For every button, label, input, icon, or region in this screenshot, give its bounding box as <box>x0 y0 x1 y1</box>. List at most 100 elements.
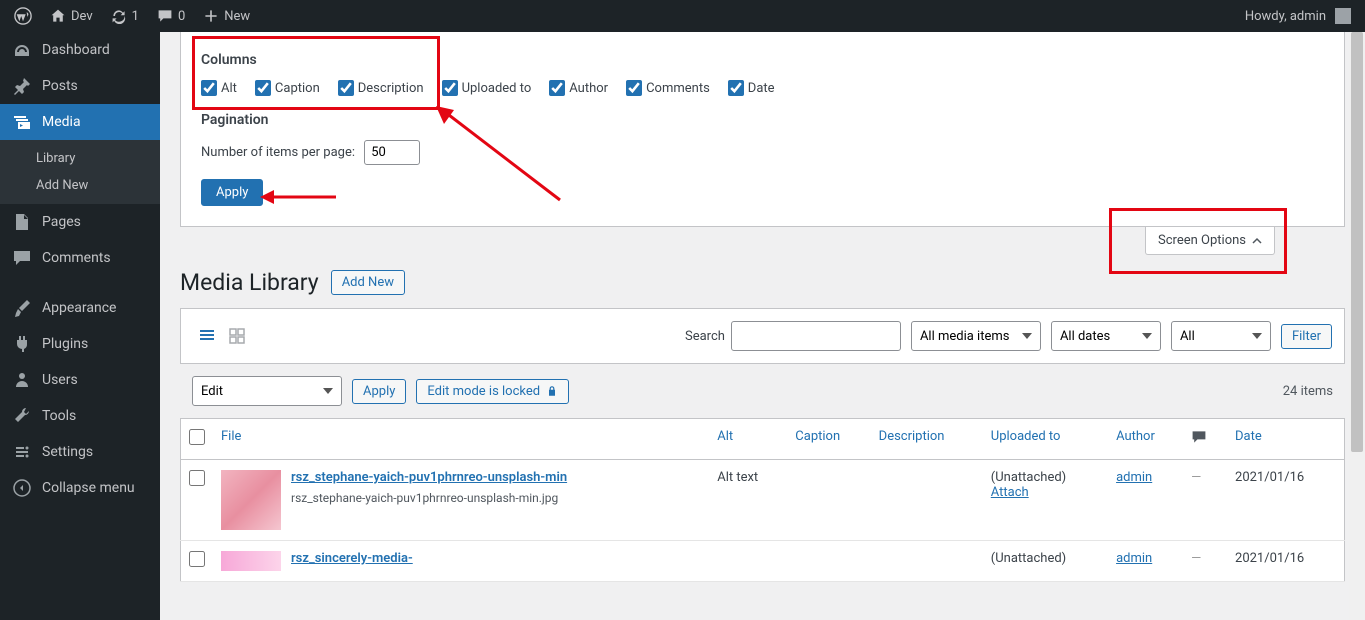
edit-mode-locked-button[interactable]: Edit mode is locked <box>416 379 569 404</box>
sidebar-item-label: Media <box>42 114 81 130</box>
bulk-action-select[interactable]: Edit <box>192 376 342 406</box>
sidebar-item-pages[interactable]: Pages <box>0 204 160 240</box>
checkbox[interactable] <box>549 80 565 96</box>
column-toggle-description[interactable]: Description <box>338 80 424 96</box>
column-toggle-uploadedto[interactable]: Uploaded to <box>442 80 532 96</box>
file-title-link[interactable]: rsz_sincerely-media- <box>291 551 413 566</box>
date-cell: 2021/01/16 <box>1227 541 1344 582</box>
dates-select[interactable]: All dates <box>1051 321 1161 351</box>
add-new-button[interactable]: Add New <box>331 270 405 295</box>
bulk-actions-row: Edit Apply Edit mode is locked 24 items <box>180 364 1345 418</box>
items-per-page-input[interactable] <box>364 140 420 165</box>
tags-select[interactable]: All <box>1171 321 1271 351</box>
sidebar-item-media[interactable]: Media <box>0 104 160 140</box>
wordpress-icon <box>14 7 32 25</box>
sidebar-item-dashboard[interactable]: Dashboard <box>0 32 160 68</box>
attach-link[interactable]: Attach <box>991 485 1029 500</box>
date-cell: 2021/01/16 <box>1227 460 1344 541</box>
checkbox[interactable] <box>201 80 217 96</box>
my-account[interactable]: Howdy, admin <box>1239 0 1357 32</box>
sidebar-item-label: Tools <box>42 408 76 424</box>
wp-logo[interactable] <box>8 0 38 32</box>
page-icon <box>12 212 32 232</box>
file-title-link[interactable]: rsz_stephane-yaich-puv1phrnreo-unsplash-… <box>291 470 567 485</box>
thumbnail[interactable] <box>221 551 281 571</box>
sidebar-item-label: Users <box>42 372 78 388</box>
sidebar-item-comments[interactable]: Comments <box>0 240 160 276</box>
checkbox[interactable] <box>255 80 271 96</box>
scrollbar-thumb[interactable] <box>1351 32 1363 452</box>
checkbox[interactable] <box>728 80 744 96</box>
search-input[interactable] <box>731 321 901 351</box>
description-cell <box>871 541 983 582</box>
filter-button[interactable]: Filter <box>1281 324 1332 349</box>
page-heading: Media Library Add New <box>160 255 1365 308</box>
updates[interactable]: 1 <box>105 0 145 32</box>
col-author[interactable]: Author <box>1108 419 1183 460</box>
column-toggle-author[interactable]: Author <box>549 80 608 96</box>
scrollbar[interactable] <box>1349 32 1365 620</box>
column-toggle-alt[interactable]: Alt <box>201 80 237 96</box>
sidebar-item-tools[interactable]: Tools <box>0 398 160 434</box>
columns-heading: Columns <box>201 52 1324 68</box>
sidebar-item-posts[interactable]: Posts <box>0 68 160 104</box>
filters-bar: Search All media items All dates All Fil… <box>180 308 1345 364</box>
view-grid-button[interactable] <box>223 322 251 350</box>
sidebar-item-plugins[interactable]: Plugins <box>0 326 160 362</box>
list-icon <box>197 326 217 346</box>
alt-cell <box>709 541 787 582</box>
author-link[interactable]: admin <box>1116 551 1152 566</box>
col-date[interactable]: Date <box>1227 419 1344 460</box>
submenu-add-new[interactable]: Add New <box>0 172 160 199</box>
column-toggle-date[interactable]: Date <box>728 80 775 96</box>
sidebar-item-appearance[interactable]: Appearance <box>0 290 160 326</box>
items-count: 24 items <box>1283 384 1333 399</box>
column-toggle-comments[interactable]: Comments <box>626 80 710 96</box>
pin-icon <box>12 76 32 96</box>
checkbox[interactable] <box>626 80 642 96</box>
page-title: Media Library <box>180 269 319 296</box>
sidebar-item-collapse[interactable]: Collapse menu <box>0 470 160 506</box>
chevron-up-icon <box>1252 236 1262 246</box>
main-content: Columns Alt Caption Description Uploaded… <box>160 32 1365 620</box>
sidebar-item-label: Collapse menu <box>42 480 135 496</box>
checkbox[interactable] <box>338 80 354 96</box>
col-alt[interactable]: Alt <box>709 419 787 460</box>
select-all-checkbox[interactable] <box>189 429 205 445</box>
alt-cell: Alt text <box>709 460 787 541</box>
col-caption[interactable]: Caption <box>787 419 870 460</box>
col-file[interactable]: File <box>213 419 709 460</box>
thumbnail[interactable] <box>221 470 281 530</box>
search-label: Search <box>685 329 725 344</box>
site-name[interactable]: Dev <box>44 0 99 32</box>
refresh-icon <box>111 8 127 24</box>
brush-icon <box>12 298 32 318</box>
new-content[interactable]: New <box>197 0 256 32</box>
screen-options-tab[interactable]: Screen Options <box>1145 227 1275 255</box>
author-link[interactable]: admin <box>1116 470 1152 485</box>
row-checkbox[interactable] <box>189 470 205 486</box>
new-label: New <box>224 9 250 24</box>
screen-options-panel: Columns Alt Caption Description Uploaded… <box>180 32 1345 227</box>
comment-icon <box>1191 429 1207 445</box>
description-cell <box>871 460 983 541</box>
media-icon <box>12 112 32 132</box>
col-uploadedto[interactable]: Uploaded to <box>983 419 1108 460</box>
uploaded-to-text: (Unattached) <box>991 551 1100 566</box>
col-comments[interactable] <box>1183 419 1227 460</box>
media-type-select[interactable]: All media items <box>911 321 1041 351</box>
row-checkbox[interactable] <box>189 551 205 567</box>
sidebar-item-users[interactable]: Users <box>0 362 160 398</box>
submenu-library[interactable]: Library <box>0 145 160 172</box>
column-toggle-caption[interactable]: Caption <box>255 80 320 96</box>
comments-bubble[interactable]: 0 <box>151 0 191 32</box>
sidebar-item-settings[interactable]: Settings <box>0 434 160 470</box>
view-list-button[interactable] <box>193 322 221 350</box>
sidebar-item-label: Pages <box>42 214 81 230</box>
sidebar-item-label: Settings <box>42 444 93 460</box>
bulk-apply-button[interactable]: Apply <box>352 379 406 404</box>
users-icon <box>12 370 32 390</box>
apply-screen-options-button[interactable]: Apply <box>201 179 263 206</box>
col-description[interactable]: Description <box>871 419 983 460</box>
checkbox[interactable] <box>442 80 458 96</box>
